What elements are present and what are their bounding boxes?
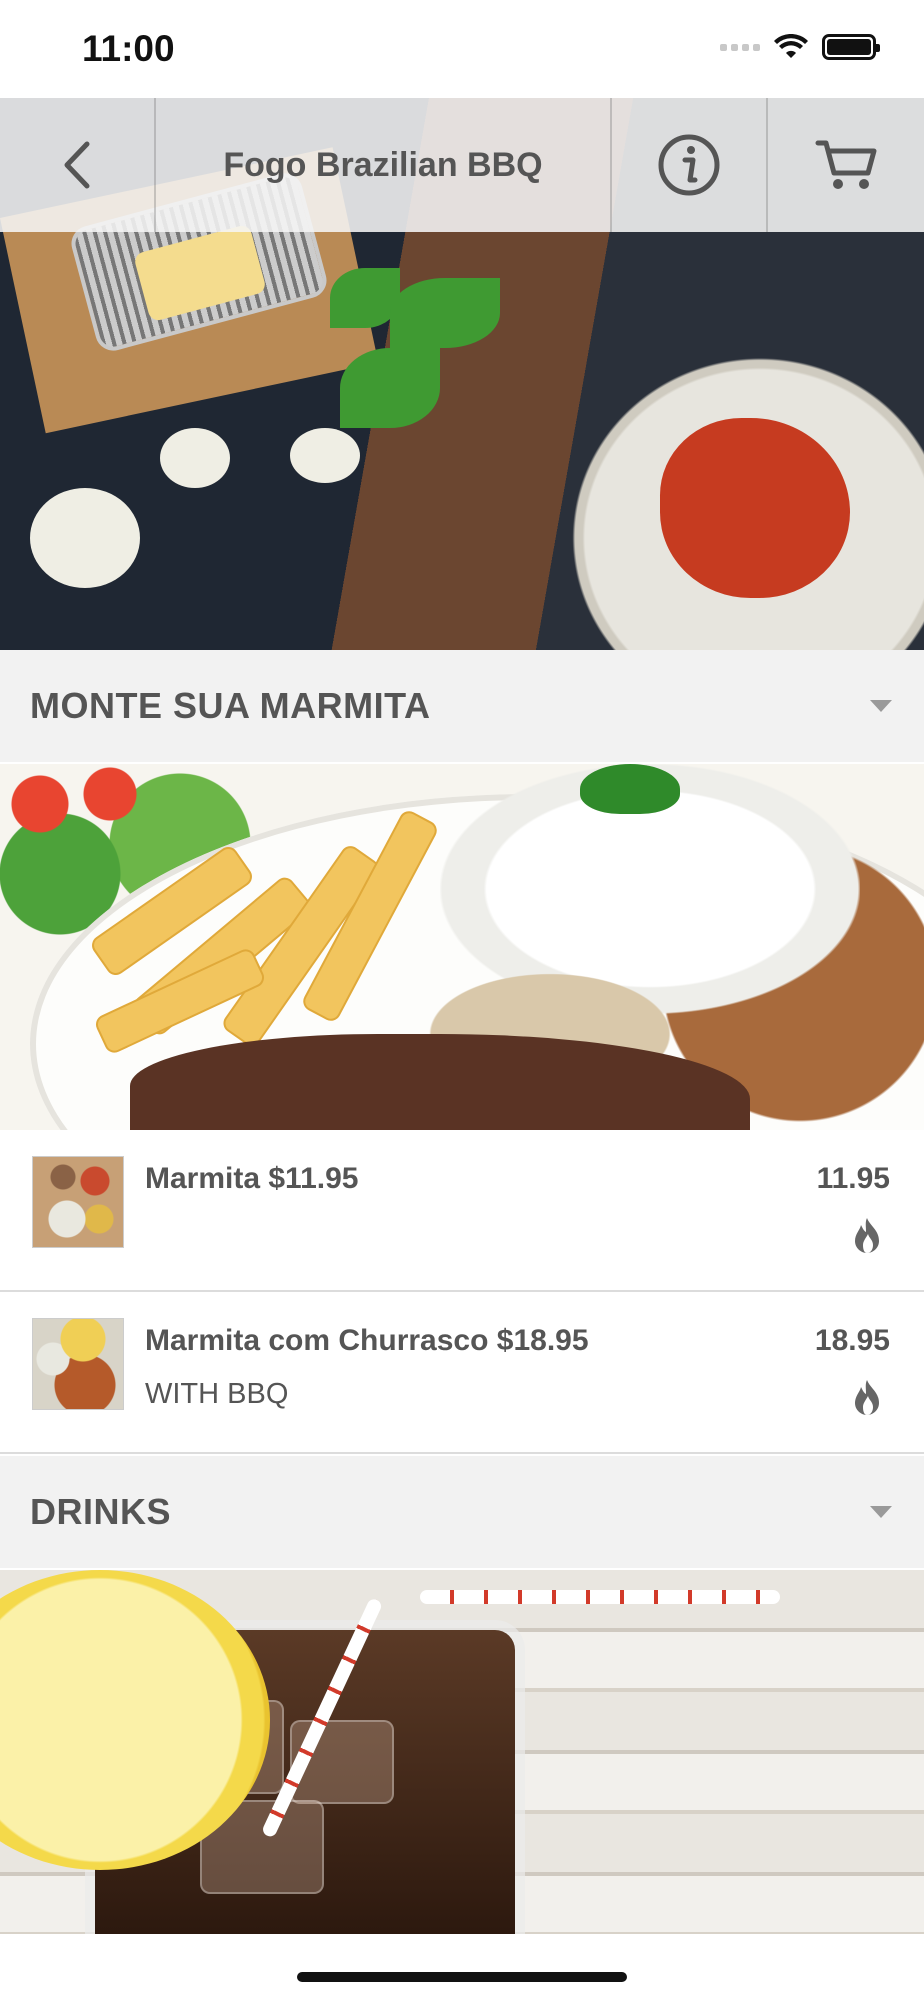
fire-icon [855,1218,879,1253]
signal-icon [720,43,760,51]
home-indicator[interactable] [297,1972,627,1982]
wifi-icon [774,34,808,58]
item-price: 11.95 [816,1162,890,1195]
category-header-drinks[interactable]: DRINKS [0,1456,924,1568]
item-thumbnail [32,1156,124,1248]
caret-down-icon [870,1506,892,1518]
category-title: DRINKS [30,1491,172,1532]
status-bar: 11:00 [0,0,924,98]
menu-item-marmita[interactable]: Marmita $11.95 11.95 [0,1130,924,1292]
caret-down-icon [870,700,892,712]
item-description: WITH BBQ [145,1378,289,1410]
category-image-drinks [0,1570,924,1934]
battery-icon [822,34,880,60]
cart-button[interactable] [768,98,924,232]
fire-icon [855,1380,879,1415]
category-image-marmita [0,764,924,1130]
status-icons [720,34,880,60]
restaurant-title: Fogo Brazilian BBQ [223,145,543,184]
back-button[interactable] [0,98,156,232]
item-name: Marmita com Churrasco $18.95 [145,1324,589,1357]
nav-header: Fogo Brazilian BBQ [0,98,924,232]
info-button[interactable] [612,98,768,232]
status-time: 11:00 [82,28,175,69]
info-icon [658,134,720,196]
category-title: MONTE SUA MARMITA [30,685,431,726]
item-name: Marmita $11.95 [145,1162,359,1195]
menu-item-marmita-churrasco[interactable]: Marmita com Churrasco $18.95 WITH BBQ 18… [0,1292,924,1454]
category-header-marmita[interactable]: MONTE SUA MARMITA [0,650,924,762]
item-price: 18.95 [814,1324,890,1357]
chevron-left-icon [64,141,90,189]
item-thumbnail [32,1318,124,1410]
cart-icon [815,140,877,189]
header-title-container: Fogo Brazilian BBQ [156,98,612,232]
home-indicator-area [0,1934,924,2000]
